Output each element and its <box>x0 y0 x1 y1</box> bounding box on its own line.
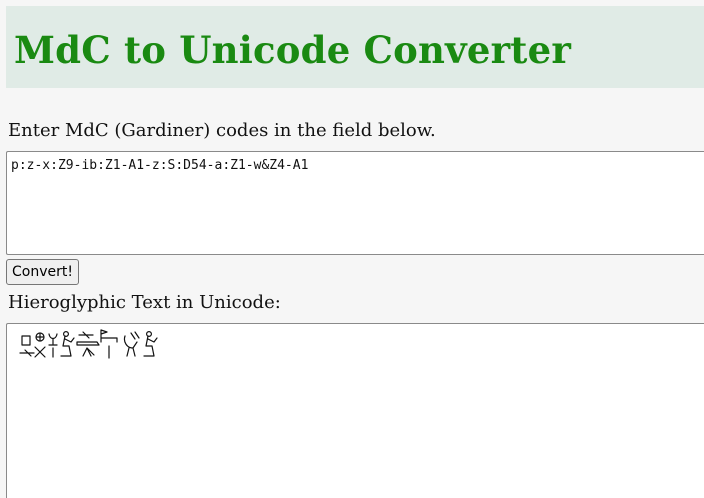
output-label: Hieroglyphic Text in Unicode: <box>8 292 281 313</box>
glyph-w-z4 <box>123 331 140 357</box>
page-title: MdC to Unicode Converter <box>14 28 572 72</box>
glyph-p-over-z <box>19 335 35 357</box>
glyph-a-over-z1 <box>100 329 118 359</box>
hieroglyph-glyphs <box>19 329 158 359</box>
hieroglyph-output[interactable] <box>6 323 704 498</box>
glyph-x-over-z9 <box>34 332 46 358</box>
page-header: MdC to Unicode Converter <box>6 6 704 88</box>
glyph-ib-over-z1 <box>48 333 58 358</box>
input-instruction: Enter MdC (Gardiner) codes in the field … <box>8 120 436 141</box>
glyph-z-s-d54 <box>76 331 100 357</box>
mdc-code-input[interactable]: p:z-x:Z9-ib:Z1-A1-z:S:D54-a:Z1-w&Z4-A1 <box>6 151 704 255</box>
glyph-a1-seated-man <box>60 330 75 357</box>
convert-button[interactable]: Convert! <box>6 259 79 285</box>
glyph-a1-seated-man-2 <box>143 330 158 357</box>
